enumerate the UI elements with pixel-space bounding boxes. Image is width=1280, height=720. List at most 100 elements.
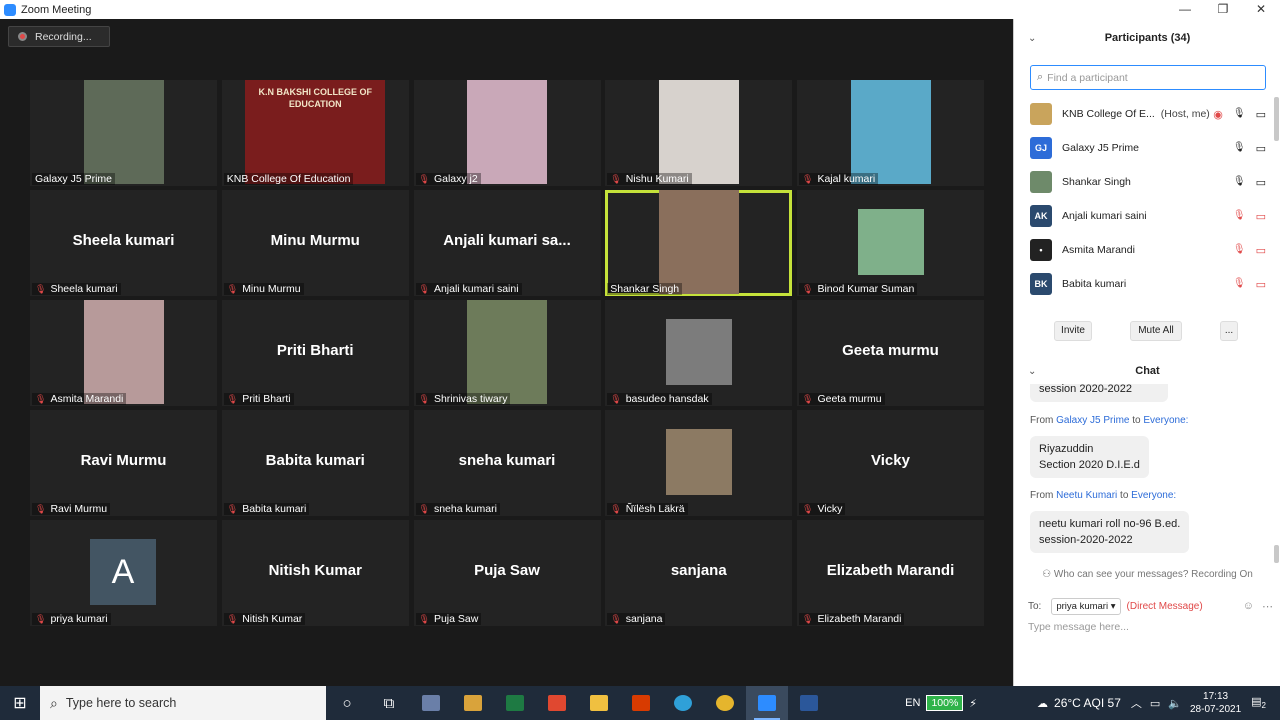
recipient-dropdown[interactable]: priya kumari ▾	[1051, 597, 1121, 615]
video-tile[interactable]: 🎙 basudeo hansdak	[605, 300, 793, 406]
excel-icon[interactable]	[494, 686, 536, 720]
participant-display-name: Anjali kumari sa...	[443, 232, 571, 249]
weather-icon[interactable]: ☁	[1037, 697, 1048, 710]
participant-row[interactable]: BK Babita kumari 🎙 ▭	[1014, 267, 1272, 301]
video-tile[interactable]: 🎙 Galaxy j2	[413, 80, 601, 186]
weather-text[interactable]: 26°C AQI 57	[1054, 696, 1121, 710]
office-icon[interactable]	[620, 686, 662, 720]
video-tile[interactable]: 🎙 Binod Kumar Suman	[797, 190, 984, 296]
emoji-icon[interactable]: ☺	[1243, 600, 1254, 613]
participant-video	[665, 319, 732, 385]
muted-mic-icon[interactable]: 🎙	[1233, 278, 1246, 291]
participant-row[interactable]: GJ Galaxy J5 Prime 🎙 ▭	[1014, 131, 1272, 165]
participant-video	[857, 209, 924, 275]
cortana-icon[interactable]: ○	[326, 686, 368, 720]
record-icon	[18, 32, 27, 41]
volume-icon[interactable]: 🔈	[1168, 697, 1182, 710]
camera-icon[interactable]: ▭	[1256, 176, 1266, 189]
muted-mic-icon[interactable]: 🎙	[1233, 210, 1246, 223]
chat-sender-line: From Galaxy J5 Prime to Everyone:	[1030, 415, 1189, 426]
recording-indicator[interactable]: Recording...	[8, 26, 110, 47]
camera-off-icon[interactable]: ▭	[1256, 210, 1266, 223]
who-can-see-link[interactable]: ⚇ Who can see your messages? Recording O…	[1014, 569, 1280, 580]
battery-indicator[interactable]: 100%	[926, 695, 964, 711]
chat-recipient[interactable]: Everyone:	[1131, 490, 1176, 501]
store-icon[interactable]	[452, 686, 494, 720]
chat-sender-name[interactable]: Galaxy J5 Prime	[1056, 415, 1129, 426]
chrome-icon[interactable]	[704, 686, 746, 720]
video-tile[interactable]: A 🎙 priya kumari	[30, 520, 217, 626]
mic-icon[interactable]: 🎙	[1233, 108, 1246, 121]
camera-icon[interactable]: ▭	[1256, 142, 1266, 155]
close-button[interactable]: ✕	[1242, 0, 1280, 19]
video-tile[interactable]: sneha kumari 🎙 sneha kumari	[413, 410, 601, 516]
pdf-icon[interactable]	[536, 686, 578, 720]
video-tile[interactable]: 🎙 Nishu Kumari	[605, 80, 793, 186]
video-tile[interactable]: Minu Murmu 🎙 Minu Murmu	[221, 190, 409, 296]
mute-all-button[interactable]: Mute All	[1130, 321, 1182, 341]
minimize-button[interactable]: —	[1166, 0, 1204, 19]
video-tile[interactable]: 🎙 Shrinivas tiwary	[413, 300, 601, 406]
muted-mic-icon[interactable]: 🎙	[1233, 244, 1246, 257]
maximize-button[interactable]: ❐	[1204, 0, 1242, 19]
muted-mic-icon: 🎙	[35, 283, 47, 294]
invite-button[interactable]: Invite	[1054, 321, 1092, 341]
participant-row[interactable]: Shankar Singh 🎙 ▭	[1014, 165, 1272, 199]
chevron-up-icon[interactable]: ︿	[1131, 695, 1142, 711]
video-tile[interactable]: Geeta murmu 🎙 Geeta murmu	[797, 300, 984, 406]
video-tile[interactable]: Vicky 🎙 Vicky	[797, 410, 984, 516]
participant-search-input[interactable]: ⌕ Find a participant	[1030, 65, 1266, 90]
muted-mic-icon: 🎙	[418, 613, 430, 624]
video-tile[interactable]: Galaxy J5 Prime	[30, 80, 217, 186]
more-icon[interactable]: ⋯	[1262, 600, 1273, 613]
video-tile[interactable]: 🎙 Asmita Marandi	[30, 300, 217, 406]
camera-off-icon[interactable]: ▭	[1256, 278, 1266, 291]
chat-message: Riyazuddin Section 2020 D.I.E.d	[1030, 436, 1149, 478]
participant-row[interactable]: KNB College Of E... (Host, me) ◉ 🎙 ▭	[1014, 97, 1272, 131]
video-tile[interactable]: Ravi Murmu 🎙 Ravi Murmu	[30, 410, 217, 516]
file-explorer-icon[interactable]	[578, 686, 620, 720]
participant-name-label: KNB College Of Education	[223, 173, 354, 185]
edge-icon[interactable]	[662, 686, 704, 720]
chat-scrollbar[interactable]	[1274, 545, 1279, 563]
more-options-button[interactable]: ...	[1220, 321, 1238, 341]
video-tile[interactable]: Sheela kumari 🎙 Sheela kumari	[30, 190, 217, 296]
participant-name-label: 🎙 Priti Bharti	[223, 393, 294, 405]
video-tile[interactable]: 🎙 Ñïlësh Läkrä	[605, 410, 793, 516]
participant-row[interactable]: AK Anjali kumari saini 🎙 ▭	[1014, 199, 1272, 233]
chat-message-input[interactable]: Type message here...	[1028, 621, 1129, 633]
video-tile[interactable]: Babita kumari 🎙 Babita kumari	[221, 410, 409, 516]
video-tile[interactable]: 🎙 Kajal kumari	[797, 80, 984, 186]
video-tile[interactable]: Priti Bharti 🎙 Priti Bharti	[221, 300, 409, 406]
participants-scrollbar[interactable]	[1274, 97, 1279, 141]
chat-recipient[interactable]: Everyone:	[1143, 415, 1188, 426]
taskbar-search-box[interactable]: ⌕ Type here to search	[40, 686, 326, 720]
windows-start-icon[interactable]: ⊞	[0, 693, 40, 713]
video-tile[interactable]: Nitish Kumar 🎙 Nitish Kumar	[221, 520, 409, 626]
video-tile[interactable]: Anjali kumari sa... 🎙 Anjali kumari saini	[413, 190, 601, 296]
notification-icon[interactable]: ▤2	[1251, 695, 1266, 710]
app-icon[interactable]	[410, 686, 452, 720]
search-placeholder: Find a participant	[1047, 71, 1128, 84]
task-view-icon[interactable]: ⧉	[368, 686, 410, 720]
video-tile[interactable]: sanjana 🎙 sanjana	[605, 520, 793, 626]
word-icon[interactable]	[788, 686, 830, 720]
video-tile[interactable]: Puja Saw 🎙 Puja Saw	[413, 520, 601, 626]
participant-video	[850, 80, 931, 184]
camera-icon[interactable]: ▭	[1256, 108, 1266, 121]
mic-icon[interactable]: 🎙	[1233, 142, 1246, 155]
chat-sender-name[interactable]: Neetu Kumari	[1056, 490, 1117, 501]
zoom-taskbar-icon[interactable]	[746, 686, 788, 720]
participant-row[interactable]: • Asmita Marandi 🎙 ▭	[1014, 233, 1272, 267]
camera-off-icon[interactable]: ▭	[1256, 244, 1266, 257]
mic-icon[interactable]: 🎙	[1233, 176, 1246, 189]
chat-title: Chat	[1135, 365, 1160, 377]
recording-label: Recording...	[35, 30, 92, 43]
video-tile[interactable]: K.N BAKSHI COLLEGE OF EDUCATION KNB Colle…	[221, 80, 409, 186]
video-tile[interactable]: Shankar Singh	[605, 190, 793, 296]
video-tile[interactable]: Elizabeth Marandi 🎙 Elizabeth Marandi	[797, 520, 984, 626]
clock[interactable]: 17:13 28-07-2021	[1190, 690, 1241, 716]
network-icon[interactable]: ▭	[1150, 697, 1160, 710]
language-indicator[interactable]: EN	[905, 697, 920, 709]
participant-display-name: Nitish Kumar	[268, 562, 362, 579]
